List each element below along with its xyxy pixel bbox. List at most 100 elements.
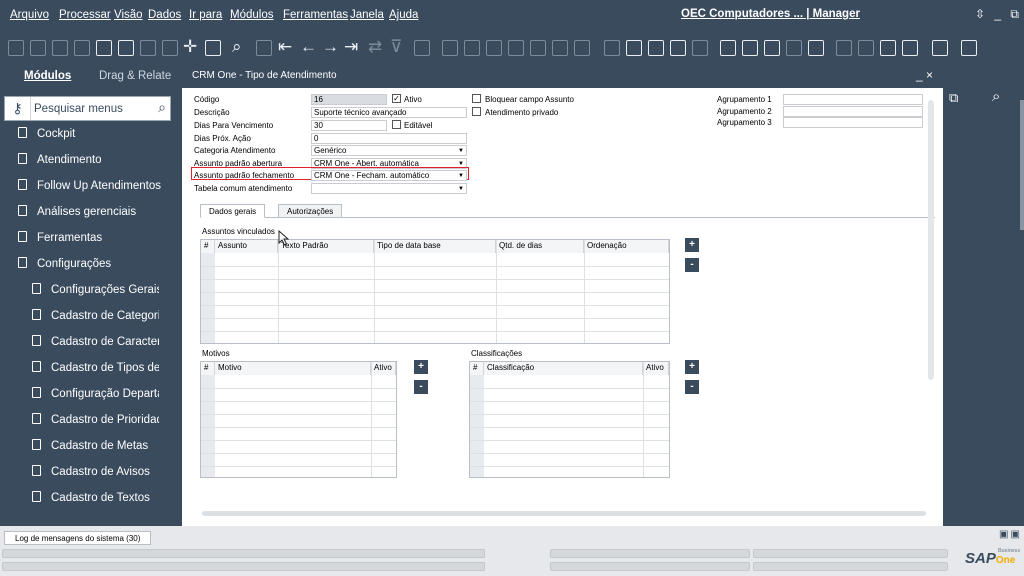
descricao-field[interactable]: Suporte técnico avançado [311, 107, 467, 118]
agrupamento-1-field[interactable] [783, 94, 923, 105]
atendimento-privado-checkbox[interactable] [472, 107, 481, 116]
vertical-scrollbar[interactable] [928, 100, 934, 380]
add-assunto-button[interactable]: + [685, 238, 699, 252]
app-window-controls[interactable]: ⇳ _ ⧉ [975, 7, 1022, 22]
menu-janela[interactable]: Janela [350, 9, 384, 21]
column-header[interactable]: Qtd. de dias [496, 240, 584, 253]
menu-ajuda[interactable]: Ajuda [389, 9, 418, 21]
menu-visao[interactable]: Visão [114, 9, 143, 21]
export-panel-icon[interactable]: ⧉ [949, 90, 958, 106]
system-log-tab[interactable]: Log de mensagens do sistema (30) [4, 531, 152, 545]
gross-profit-icon[interactable] [530, 40, 546, 56]
web-icon[interactable] [932, 40, 948, 56]
menu-processar[interactable]: Processar [59, 9, 111, 21]
remove-assunto-button[interactable]: - [685, 258, 699, 272]
last-record-icon[interactable]: ⇥ [344, 38, 358, 56]
categoria-select[interactable]: Genérico [311, 145, 467, 156]
company-name[interactable]: OEC Computadores ... | Manager [681, 8, 860, 20]
column-header[interactable]: Texto Padrão [278, 240, 374, 253]
column-header[interactable]: Ordenação [584, 240, 669, 253]
column-header[interactable]: Classificação [484, 362, 643, 375]
alert-icon[interactable] [692, 40, 708, 56]
journal-icon[interactable] [486, 40, 502, 56]
volume-icon[interactable] [552, 40, 568, 56]
search-input[interactable] [34, 100, 144, 117]
key-icon[interactable]: ⚷ [5, 97, 31, 120]
sidebar-item-analises[interactable]: Análises gerenciais [18, 205, 178, 225]
tab-modules[interactable]: Módulos [24, 70, 71, 82]
editavel-checkbox[interactable] [392, 120, 401, 129]
dias-prox-acao-field[interactable]: 0 [311, 133, 467, 144]
email-icon[interactable] [96, 40, 112, 56]
remove-classificacao-button[interactable]: - [685, 380, 699, 394]
column-header[interactable]: Assunto [215, 240, 278, 253]
add-classificacao-button[interactable]: + [685, 360, 699, 374]
column-header[interactable]: Motivo [215, 362, 371, 375]
sort-icon[interactable] [414, 40, 430, 56]
next-record-icon[interactable]: → [322, 38, 339, 56]
new-record-icon[interactable] [256, 40, 272, 56]
sidebar-subitem[interactable]: Cadastro de Avisos [32, 465, 159, 485]
sidebar-item-atendimento[interactable]: Atendimento [18, 153, 178, 173]
sidebar-subitem[interactable]: Cadastro de Tipos de A [32, 361, 159, 381]
paste-icon[interactable] [205, 40, 221, 56]
column-header[interactable]: Ativo [371, 362, 396, 375]
window-icon[interactable] [858, 40, 874, 56]
assunto-fechamento-select[interactable]: CRM One - Fecham. automático [311, 170, 467, 181]
layout-icon[interactable] [574, 40, 590, 56]
add-motivo-button[interactable]: + [414, 360, 428, 374]
refresh-icon[interactable]: ⇄ [368, 38, 382, 56]
bloquear-assunto-checkbox[interactable] [472, 94, 481, 103]
message-icon[interactable] [670, 40, 686, 56]
sidebar-item-ferramentas[interactable]: Ferramentas [18, 231, 178, 251]
horizontal-scrollbar[interactable] [202, 511, 926, 516]
sidebar-item-cockpit[interactable]: Cockpit [18, 127, 178, 147]
mail-icon[interactable] [836, 40, 852, 56]
tabela-comum-select[interactable] [311, 183, 467, 194]
menu-ir-para[interactable]: Ir para [189, 9, 222, 21]
dias-vencimento-field[interactable]: 30 [311, 120, 387, 131]
menu-arquivo[interactable]: Arquivo [10, 9, 49, 21]
log-window-controls-icon[interactable]: ▣▣ [999, 529, 1022, 540]
close-doc-icon[interactable] [118, 40, 134, 56]
filter-icon[interactable]: ⊽ [390, 38, 402, 56]
column-header[interactable]: Tipo de data base [374, 240, 496, 253]
query-manager-icon[interactable] [742, 40, 758, 56]
first-record-icon[interactable]: ⇤ [278, 38, 292, 56]
edit-form-icon[interactable] [648, 40, 664, 56]
users-icon[interactable] [786, 40, 802, 56]
search-icon[interactable]: ⌕ [158, 99, 166, 116]
menu-modulos[interactable]: Módulos [230, 9, 273, 21]
sidebar-subitem[interactable]: Cadastro de Metas [32, 439, 159, 459]
calendar-icon[interactable] [52, 40, 68, 56]
calculator-icon[interactable] [764, 40, 780, 56]
export-icon[interactable] [74, 40, 90, 56]
sidebar-subitem[interactable]: Cadastro de Prioridade [32, 413, 159, 433]
form-settings-icon[interactable] [626, 40, 642, 56]
previous-record-icon[interactable]: ← [300, 38, 317, 56]
user-icon[interactable] [808, 40, 824, 56]
target-doc-icon[interactable] [464, 40, 480, 56]
base-doc-icon[interactable] [442, 40, 458, 56]
ativo-checkbox[interactable]: ✓ [392, 94, 401, 103]
crystal-icon[interactable] [880, 40, 896, 56]
sidebar-item-configuracoes[interactable]: Configurações [18, 257, 178, 277]
find-icon[interactable]: ⌕ [232, 38, 242, 56]
search-icon[interactable]: ⌕ [992, 88, 1000, 105]
sidebar-subitem[interactable]: Configurações Gerais [32, 283, 159, 303]
menu-ferramentas[interactable]: Ferramentas [283, 9, 348, 21]
help-icon[interactable] [961, 40, 977, 56]
window-controls[interactable]: _ × [916, 68, 933, 82]
window-title-bar[interactable]: CRM One - Tipo de Atendimento _ × [182, 64, 943, 88]
preview-icon[interactable] [8, 40, 24, 56]
menu-dados[interactable]: Dados [148, 9, 181, 21]
payment-icon[interactable] [508, 40, 524, 56]
tab-drag-relate[interactable]: Drag & Relate [99, 70, 171, 82]
sidebar-item-follow-up[interactable]: Follow Up Atendimentos [18, 179, 178, 199]
sidebar-subitem[interactable]: Cadastro de Categoria [32, 309, 159, 329]
excel-icon[interactable] [162, 40, 178, 56]
sidebar-subitem[interactable]: Configuração Departa [32, 387, 159, 407]
print-icon[interactable] [30, 40, 46, 56]
add-icon[interactable]: ✛ [183, 38, 197, 56]
tab-autorizacoes[interactable]: Autorizações [278, 204, 343, 218]
